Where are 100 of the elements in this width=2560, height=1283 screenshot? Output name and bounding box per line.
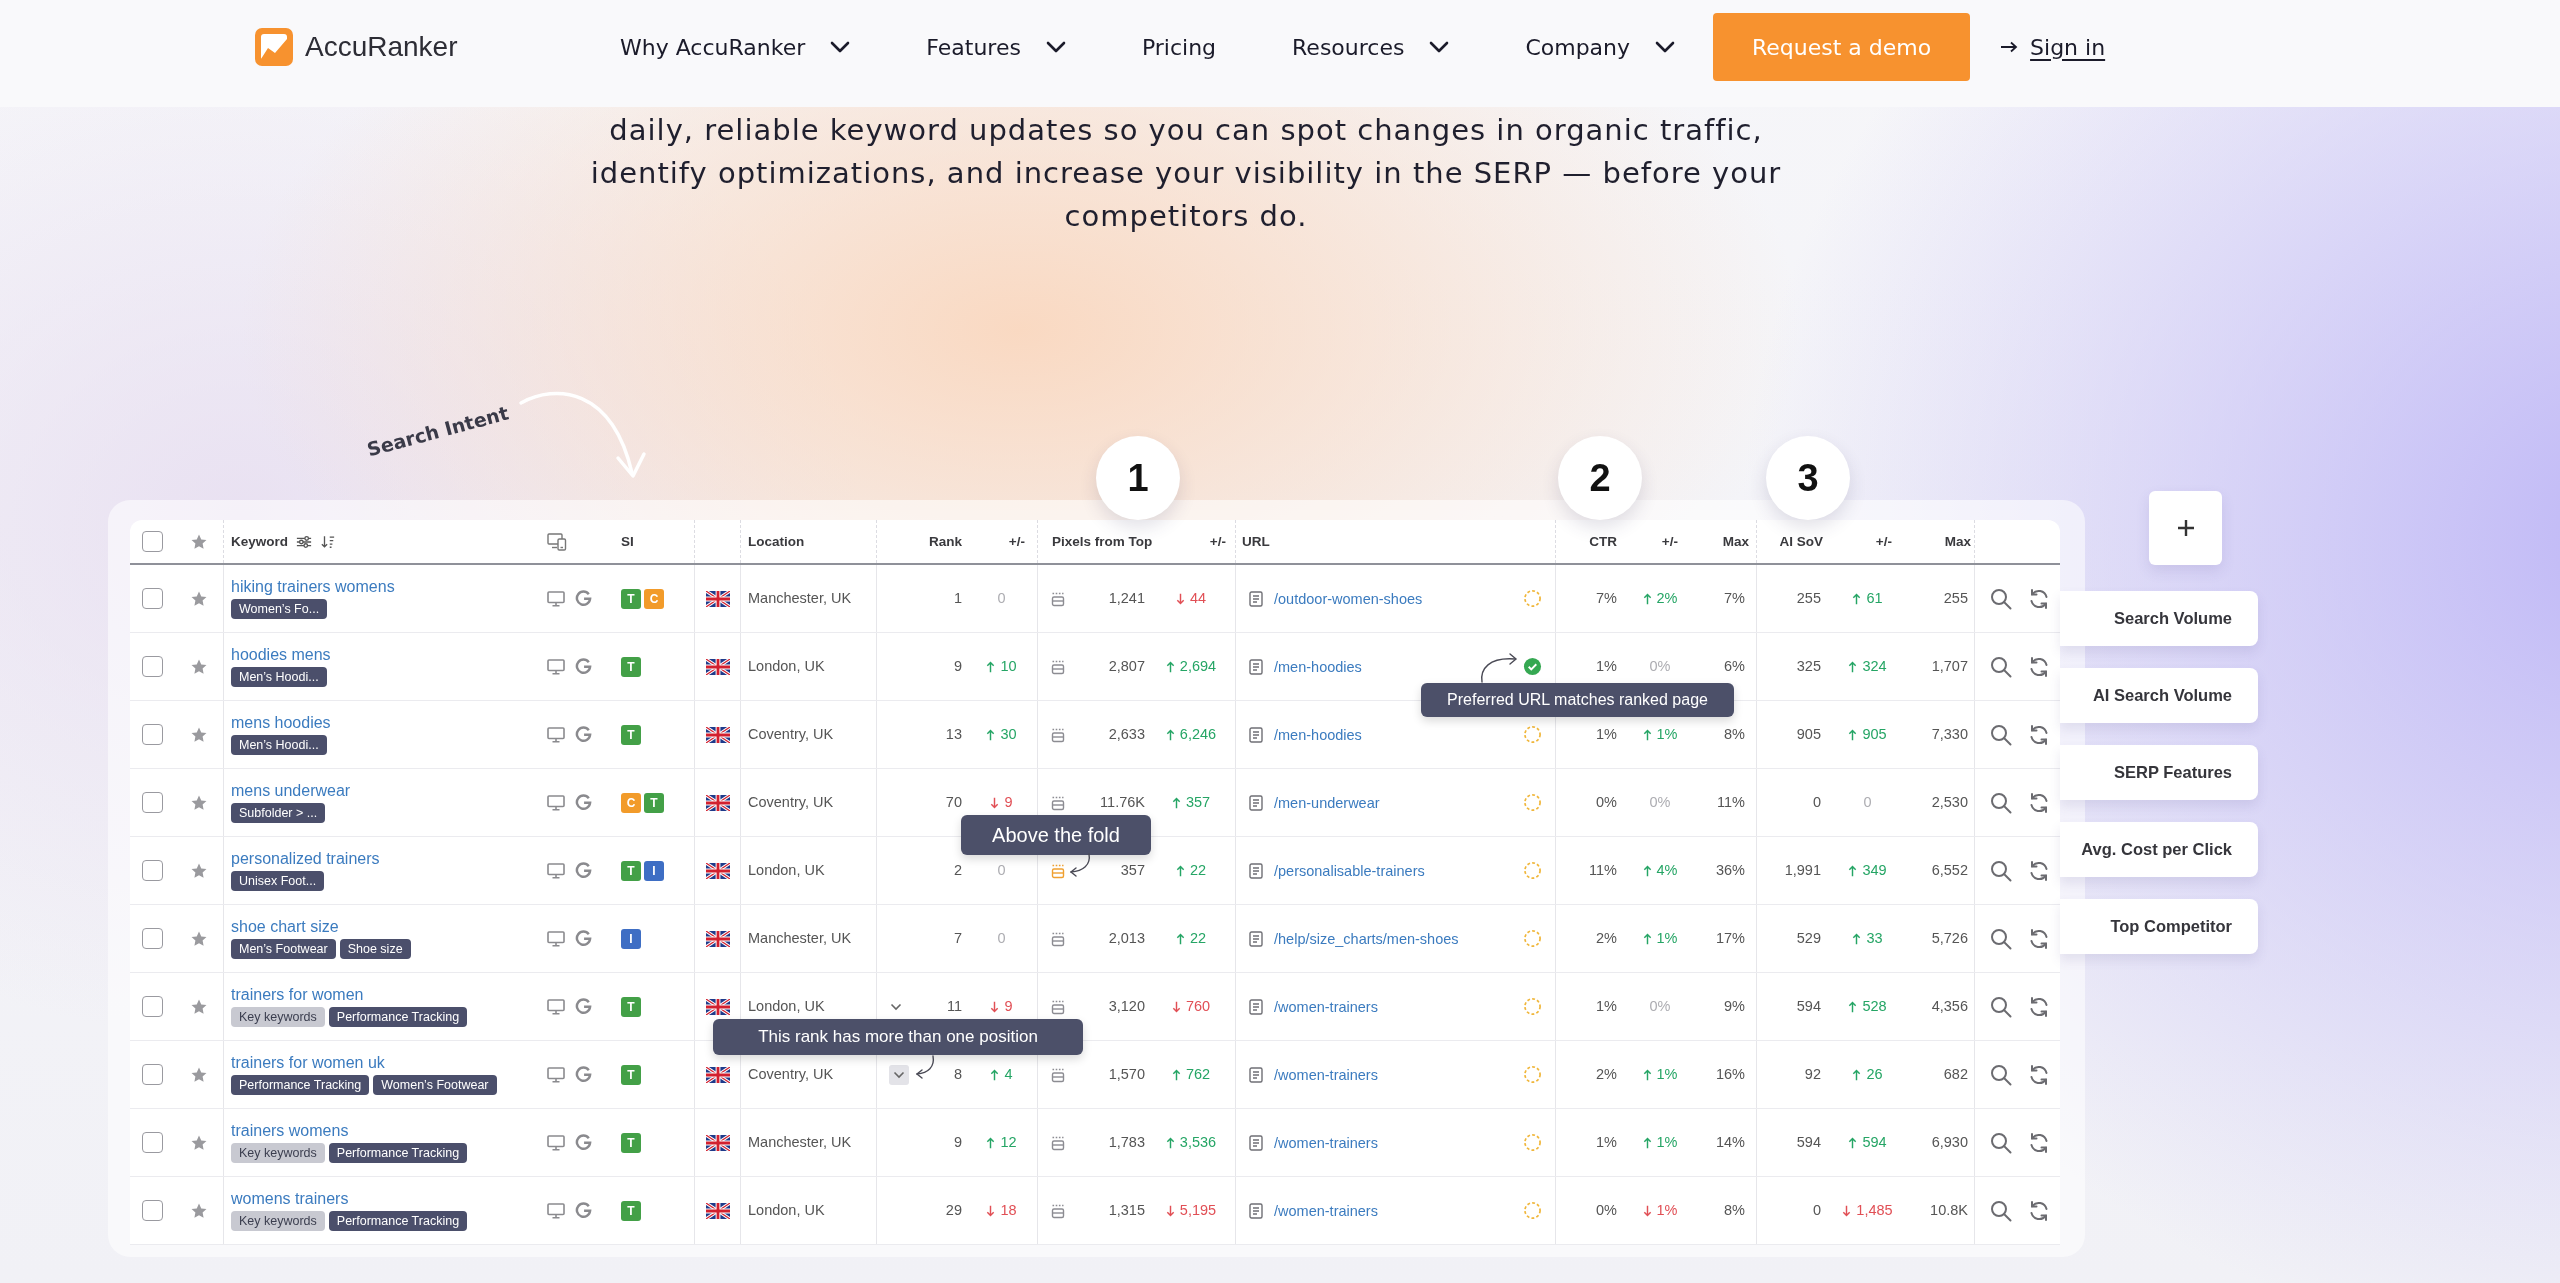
ctr-max-value: 9% <box>1724 998 1745 1015</box>
location-text: London, UK <box>748 1202 825 1219</box>
keyword-link[interactable]: womens trainers <box>231 1190 349 1208</box>
search-icon[interactable] <box>1990 1063 2012 1086</box>
column-option-button[interactable]: Avg. Cost per Click <box>2060 822 2258 877</box>
rank-change-value: 4 <box>1004 1066 1013 1083</box>
keyword-link[interactable]: shoe chart size <box>231 918 339 936</box>
keyword-tag: Women’s Footwear <box>373 1075 497 1095</box>
desktop-icon <box>547 794 565 811</box>
nav-menu-item[interactable]: Resources <box>1292 34 1450 60</box>
column-header[interactable]: +/- <box>1008 534 1025 549</box>
nav-menu-item[interactable]: Features <box>926 34 1066 60</box>
column-header[interactable]: Pixels from Top <box>1052 534 1153 549</box>
arrow-up-icon <box>1642 1068 1652 1081</box>
sort-icon[interactable] <box>320 534 336 549</box>
search-icon[interactable] <box>1990 995 2012 1018</box>
refresh-icon[interactable] <box>2028 791 2050 814</box>
refresh-icon[interactable] <box>2028 587 2050 610</box>
row-checkbox[interactable] <box>142 996 163 1017</box>
logo-link[interactable]: AccuRanker <box>255 28 458 66</box>
url-link[interactable]: /women-trainers <box>1274 1134 1378 1151</box>
search-icon[interactable] <box>1990 791 2012 814</box>
expand-caret-button[interactable] <box>889 1064 909 1085</box>
search-icon[interactable] <box>1990 1131 2012 1154</box>
row-checkbox[interactable] <box>142 656 163 677</box>
column-header[interactable]: Max <box>1722 534 1749 549</box>
intro-paragraph: daily, reliable keyword updates so you can spot changes in organic traffic, identify optimizations, and increase your visibility in the SERP — before your competitors do. <box>590 112 1782 235</box>
row-checkbox[interactable] <box>142 1064 163 1085</box>
keyword-link[interactable]: trainers womens <box>231 1122 349 1140</box>
search-intent-badge: T <box>621 996 641 1017</box>
row-checkbox[interactable] <box>142 588 163 609</box>
column-header[interactable]: Location <box>748 534 805 549</box>
refresh-icon[interactable] <box>2028 927 2050 950</box>
search-icon[interactable] <box>1990 587 2012 610</box>
search-icon[interactable] <box>1990 1199 2012 1222</box>
column-header[interactable]: Rank <box>929 534 962 549</box>
nav-menu-item[interactable]: Why AccuRanker <box>620 34 851 60</box>
tooltip: Above the fold <box>961 815 1151 855</box>
search-icon[interactable] <box>1990 859 2012 882</box>
refresh-icon[interactable] <box>2028 655 2050 678</box>
url-link[interactable]: /women-trainers <box>1274 998 1378 1015</box>
refresh-icon[interactable] <box>2028 859 2050 882</box>
keyword-link[interactable]: personalized trainers <box>231 850 380 868</box>
column-header[interactable]: CTR <box>1589 534 1617 549</box>
keyword-link[interactable]: mens underwear <box>231 782 351 800</box>
search-icon[interactable] <box>1990 655 2012 678</box>
column-option-button[interactable]: Search Volume <box>2060 591 2258 646</box>
column-option-button[interactable]: SERP Features <box>2060 745 2258 800</box>
row-checkbox[interactable] <box>142 1200 163 1221</box>
refresh-icon[interactable] <box>2028 1131 2050 1154</box>
row-checkbox[interactable] <box>142 792 163 813</box>
location-text: Manchester, UK <box>748 1134 852 1151</box>
page-icon <box>1249 794 1263 811</box>
refresh-icon[interactable] <box>2028 995 2050 1018</box>
column-header[interactable]: +/- <box>1875 534 1892 549</box>
column-header[interactable]: +/- <box>1661 534 1678 549</box>
url-link[interactable]: /men-hoodies <box>1274 726 1362 743</box>
column-header[interactable]: +/- <box>1209 534 1226 549</box>
select-all-checkbox[interactable] <box>142 531 163 552</box>
nav-menu-item[interactable]: Pricing <box>1141 34 1217 60</box>
url-link[interactable]: /outdoor-women-shoes <box>1274 590 1423 607</box>
ctr-change-value: 1% <box>1656 930 1678 947</box>
search-intent-badge: T <box>621 1200 641 1221</box>
column-option-button[interactable]: Top Competitor <box>2060 899 2258 954</box>
keyword-link[interactable]: trainers for women <box>231 986 364 1004</box>
column-header[interactable]: Keyword <box>231 534 288 549</box>
url-link[interactable]: /personalisable-trainers <box>1274 862 1425 879</box>
pixels-value: 357 <box>1120 862 1145 879</box>
keyword-tag: Men’s Footwear <box>231 939 336 959</box>
nav-menu-item[interactable]: Company <box>1525 34 1676 60</box>
search-icon[interactable] <box>1990 927 2012 950</box>
url-link[interactable]: /women-trainers <box>1274 1066 1378 1083</box>
refresh-icon[interactable] <box>2028 723 2050 746</box>
search-icon[interactable] <box>1990 723 2012 746</box>
column-header[interactable]: Max <box>1944 534 1971 549</box>
row-checkbox[interactable] <box>142 928 163 949</box>
url-link[interactable]: /men-underwear <box>1274 794 1380 811</box>
keyword-link[interactable]: hiking trainers womens <box>231 578 395 596</box>
column-option-button[interactable]: AI Search Volume <box>2060 668 2258 723</box>
keyword-link[interactable]: trainers for women uk <box>231 1054 385 1072</box>
keyword-tag: Performance Tracking <box>328 1007 468 1027</box>
row-checkbox[interactable] <box>142 1132 163 1153</box>
refresh-icon[interactable] <box>2028 1063 2050 1086</box>
keyword-link[interactable]: mens hoodies <box>231 714 331 732</box>
column-header[interactable]: SI <box>621 534 634 549</box>
keyword-link[interactable]: hoodies mens <box>231 646 331 664</box>
refresh-icon[interactable] <box>2028 1199 2050 1222</box>
url-link[interactable]: /help/size_charts/men-shoes <box>1274 930 1459 947</box>
row-checkbox[interactable] <box>142 724 163 745</box>
row-checkbox[interactable] <box>142 860 163 881</box>
arrow-up-icon <box>1175 932 1185 945</box>
keyword-tag: Performance Tracking <box>231 1075 370 1095</box>
rank-value: 70 <box>945 794 962 811</box>
sign-in-link[interactable]: Sign in <box>2000 34 2106 60</box>
url-link[interactable]: /men-hoodies <box>1274 658 1362 675</box>
url-link[interactable]: /women-trainers <box>1274 1202 1378 1219</box>
search-intent-badge: I <box>644 860 664 881</box>
column-header[interactable]: URL <box>1242 534 1270 549</box>
filter-sliders-icon[interactable] <box>296 534 312 549</box>
column-header[interactable]: AI SoV <box>1779 534 1823 549</box>
